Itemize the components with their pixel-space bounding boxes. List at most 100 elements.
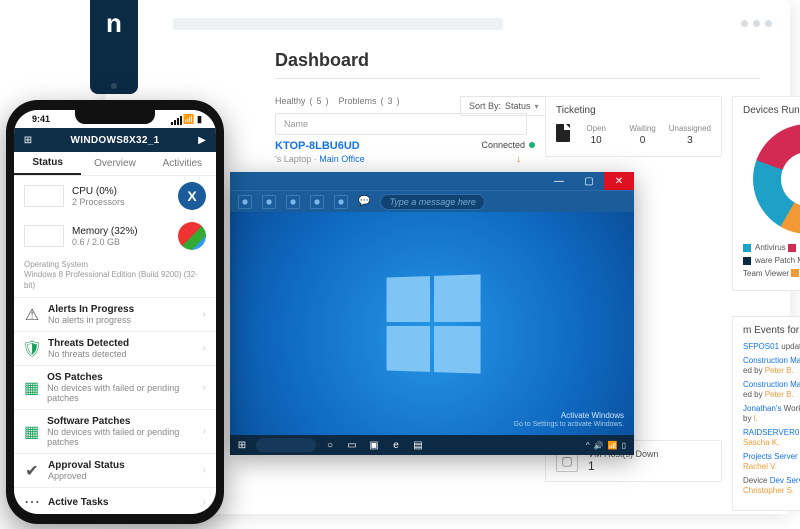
event-item[interactable]: Projects Server note updated by Rachel V… [743,452,800,472]
device-subtitle: 's Laptop · Main Office [275,154,535,164]
grid-icon: ▦ [24,424,39,440]
device-title: WINDOWS8X32_1 [42,135,188,146]
filter-pills: Healthy (5) Problems (3) [275,96,400,106]
window-controls [741,20,772,27]
status-item[interactable]: 🛡Threats DetectedNo threats detected› [14,332,216,366]
phone-navbar: ⊞ WINDOWS8X32_1 ▶ [14,128,216,152]
ticket-waiting[interactable]: Waiting0 [622,124,662,146]
chevron-right-icon: › [203,343,206,354]
phone-device: 9:41 📶 ▮ ⊞ WINDOWS8X32_1 ▶ Status Overvi… [6,100,224,524]
activate-watermark: Activate Windows Go to Settings to activ… [514,411,625,429]
event-item[interactable]: RAIDSERVER01 updated by Sascha K. [743,428,800,448]
donut-chart [753,124,800,234]
mem-graph-icon [24,225,64,247]
status-item[interactable]: ▦Software PatchesNo devices with failed … [14,410,216,454]
legend-item: ualization [791,269,800,278]
ticket-unassigned[interactable]: Unassigned3 [669,124,711,146]
grid-icon: ▦ [24,380,39,396]
legend-item: Antivirus [743,243,788,252]
rdp-toolbar: 💬 Type a message here [230,190,634,212]
status-dot-icon [529,142,535,148]
signal-icon: 📶 ▮ [171,114,202,125]
rdp-titlebar[interactable]: — ▢ ✕ [230,172,634,190]
remote-desktop[interactable]: Activate Windows Go to Settings to activ… [230,212,634,435]
status-item[interactable]: ⋯Active Tasks› [14,488,216,514]
status-item[interactable]: ▦OS PatchesNo devices with failed or pen… [14,366,216,410]
filter-problems[interactable]: Problems (3) [339,96,400,106]
alert-icon: ⚠ [24,307,40,323]
legend-item: Patch Management [788,243,800,252]
shield-icon: 🛡 [24,341,40,357]
tab-activities[interactable]: Activities [149,152,216,175]
search-input[interactable]: Name [275,113,527,135]
event-item[interactable]: Device Dev Server note updated by Christ… [743,476,800,496]
status-item[interactable]: ✔Approval StatusApproved› [14,454,216,488]
actions-legend: Antivirus Patch Management ware Patch Ma… [743,242,800,280]
page-title: Dashboard [275,50,369,71]
remote-desktop-window: — ▢ ✕ 💬 Type a message here Activate Win… [230,172,634,455]
status-item[interactable]: ⚠Alerts In ProgressNo alerts in progress… [14,298,216,332]
chevron-down-icon: ▾ [535,102,539,111]
check-icon: ✔ [24,463,40,479]
taskbar-search[interactable] [256,438,316,452]
actions-title: Devices Running Actions [743,105,800,116]
filter-healthy[interactable]: Healthy (5) [275,96,329,106]
taskbar-explorer-icon[interactable]: ▣ [366,437,382,453]
start-button[interactable]: ⊞ [234,437,250,453]
brand-logo-icon: n [106,8,122,39]
chevron-right-icon: › [203,497,206,508]
ticketing-title: Ticketing [556,105,711,116]
chevron-right-icon: › [203,309,206,320]
download-arrow-icon: ↓ [516,154,521,165]
ticket-icon [556,124,570,142]
chat-input[interactable]: Type a message here [380,194,484,210]
taskbar-taskview-icon[interactable]: ▭ [344,437,360,453]
taskbar-cortana-icon[interactable]: ○ [322,437,338,453]
os-info: Operating System Windows 8 Professional … [14,256,216,298]
tab-status[interactable]: Status [14,152,81,175]
chat-icon: 💬 [358,196,370,207]
event-item[interactable]: Construction Manager JS2 Laptop ed by Pe… [743,356,800,376]
memory-row[interactable]: Memory (32%)0.6 / 2.0 GB [14,216,216,256]
event-item[interactable]: Construction Manager JS1 Laptop ed by Pe… [743,380,800,400]
cpu-graph-icon [24,185,64,207]
tool-displays-icon[interactable] [262,195,276,209]
url-bar[interactable] [173,18,503,30]
system-tray[interactable]: ^🔊📶▯ [586,441,630,450]
event-item[interactable]: SFPOS01 update by Peter B. [743,342,800,352]
app-x-icon: X [178,182,206,210]
tool-settings-icon[interactable] [334,195,348,209]
taskbar-edge-icon[interactable]: e [388,437,404,453]
chevron-right-icon: › [203,382,206,393]
device-status: Connected [481,140,535,150]
brand-dot-icon [111,83,117,89]
tool-keyboard-icon[interactable] [310,195,324,209]
device-name: KTOP-8LBU6UD [275,140,360,152]
legend-item: ware Patch Management [743,256,800,265]
cpu-row[interactable]: CPU (0%)2 Processors X [14,176,216,216]
ticket-open[interactable]: Open10 [576,124,616,146]
tab-overview[interactable]: Overview [81,152,148,175]
taskbar[interactable]: ⊞ ○ ▭ ▣ e ▤ ^🔊📶▯ [230,435,634,455]
events-widget: m Events for the Last Week SFPOS01 updat… [732,316,800,511]
phone-tabs: Status Overview Activities [14,152,216,176]
phone-notch [75,110,155,124]
brand-tab: n [90,0,138,94]
task-icon: ⋯ [24,494,40,510]
event-item[interactable]: Jonathan's Workstation note deleted by l… [743,404,800,424]
events-title: m Events for the Last Week [743,325,800,336]
maximize-button[interactable]: ▢ [574,172,604,190]
device-card[interactable]: KTOP-8LBU6UD Connected 's Laptop · Main … [275,140,535,164]
chevron-right-icon: › [203,465,206,476]
windows-logo-icon [387,274,481,373]
ticketing-widget: Ticketing Open10 Waiting0 Unassigned3 [545,96,722,157]
tool-monitor-icon[interactable] [238,195,252,209]
play-icon[interactable]: ▶ [196,134,208,146]
minimize-button[interactable]: — [544,172,574,190]
close-button[interactable]: ✕ [604,172,634,190]
divider [275,78,760,79]
windows-icon: ⊞ [22,134,34,146]
tool-network-icon[interactable] [286,195,300,209]
windows-flag-icon [178,222,206,250]
taskbar-store-icon[interactable]: ▤ [410,437,426,453]
